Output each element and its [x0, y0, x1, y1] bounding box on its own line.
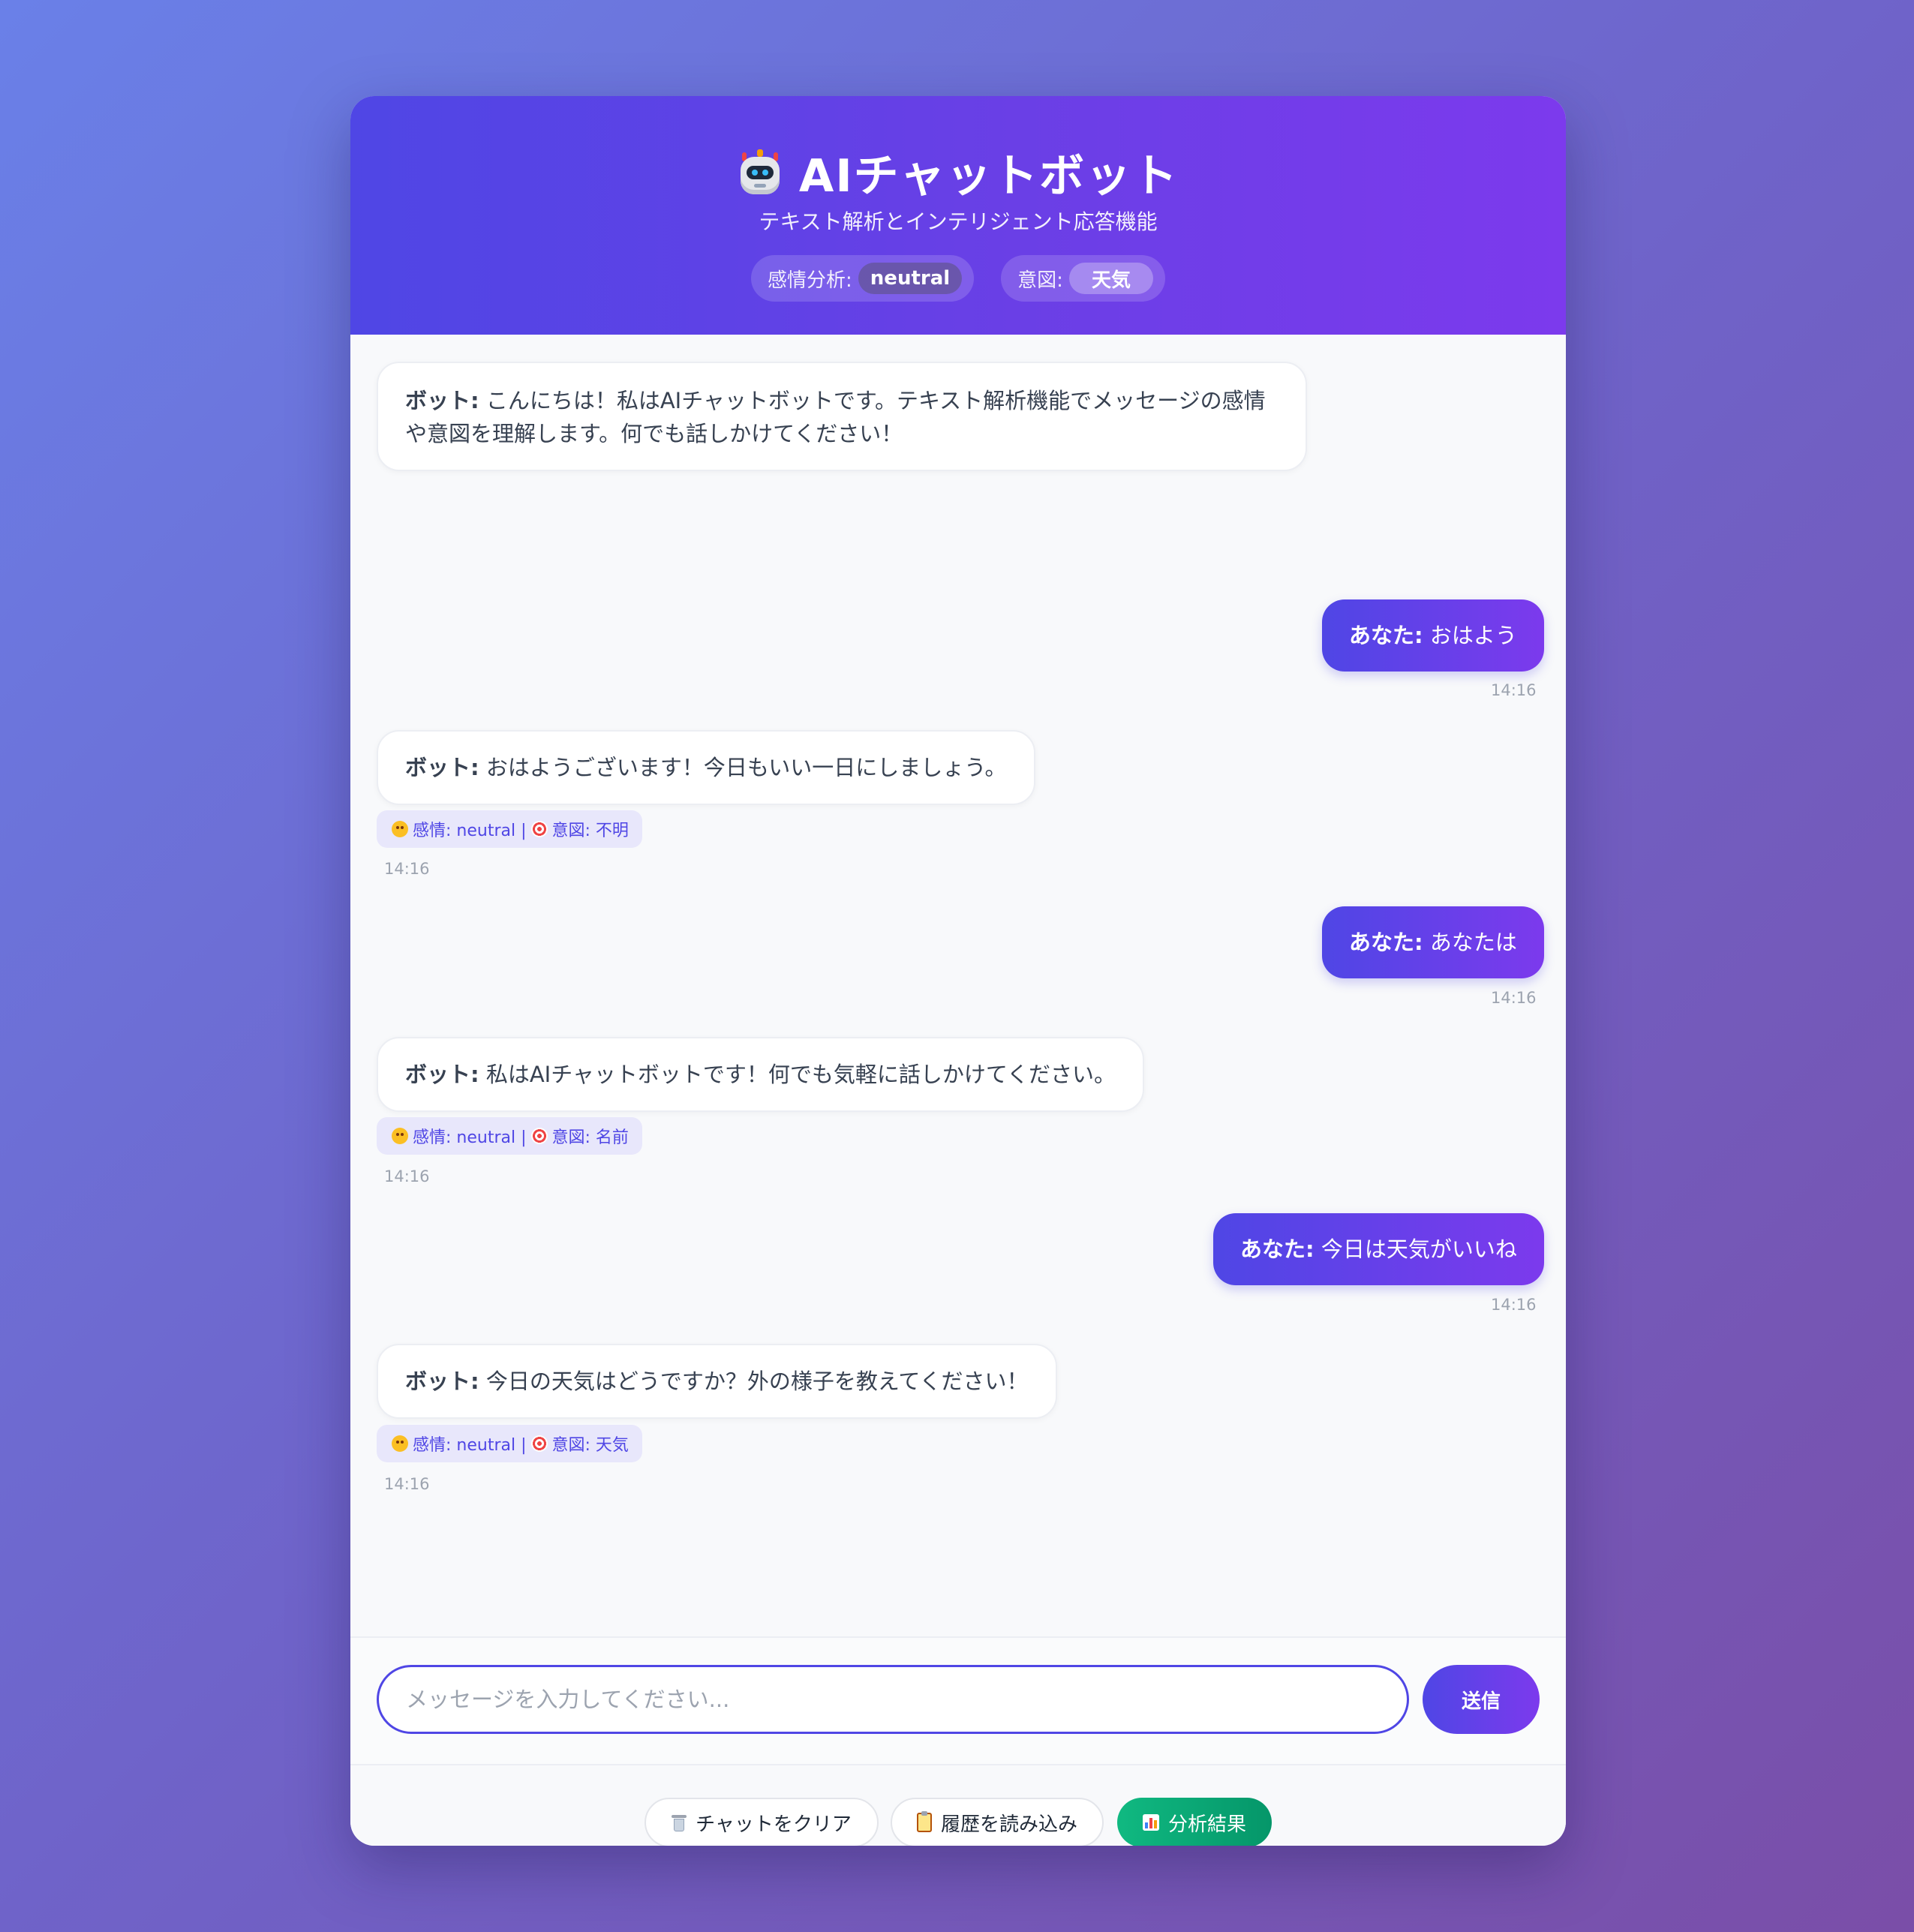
page-title: AIチャットボット — [798, 150, 1179, 203]
action-bar: チャットをクリア 履歴を読み込み 分析結果 — [350, 1764, 1566, 1846]
load-history-button[interactable]: 履歴を読み込み — [891, 1798, 1104, 1846]
analysis-intent: 意図: 名前 — [551, 1128, 629, 1147]
page-subtitle: テキスト解析とインテリジェント応答機能 — [759, 209, 1158, 234]
chat-app-window: AIチャットボット テキスト解析とインテリジェント応答機能 ボット: こんにちは… — [350, 96, 1566, 1846]
message-timestamp: 14:16 — [384, 1167, 430, 1185]
analysis-tag: 感情: neutral | 意図: 名前 — [377, 1117, 642, 1155]
message-text: こんにちは！私はAIチャットボットです。テキスト解析機能でメッセージの感情や意図… — [405, 388, 1266, 446]
sender-label: ボット: — [405, 1369, 479, 1394]
send-button[interactable]: 送信 — [1423, 1665, 1540, 1734]
clipboard-icon — [916, 1811, 932, 1832]
bot-bubble: ボット: 今日の天気はどうですか？外の様子を教えてください！ — [377, 1344, 1057, 1419]
analysis-intent: 意図: 天気 — [551, 1436, 629, 1455]
title-row: AIチャットボット — [350, 140, 1566, 205]
message-text: 今日の天気はどうですか？外の様子を教えてください！ — [485, 1369, 1029, 1394]
bar-chart-icon — [1142, 1814, 1159, 1831]
chat-messages[interactable]: ボット: こんにちは！私はAIチャットボットです。テキスト解析機能でメッセージの… — [350, 335, 1566, 1636]
bot-bubble: ボット: 私はAIチャットボットです！何でも気軽に話しかけてください。 — [377, 1037, 1145, 1112]
user-bubble: あなた: 今日は天気がいいね — [1213, 1213, 1544, 1285]
sender-label: あなた: — [1349, 623, 1423, 648]
message-timestamp: 14:16 — [384, 1475, 430, 1493]
sender-label: ボット: — [405, 755, 479, 780]
user-message: あなた: 今日は天気がいいね — [1213, 1213, 1544, 1285]
bot-bubble: ボット: こんにちは！私はAIチャットボットです。テキスト解析機能でメッセージの… — [377, 362, 1307, 471]
trash-icon — [672, 1813, 687, 1831]
message-timestamp: 14:16 — [1491, 1296, 1537, 1314]
bot-message: ボット: 私はAIチャットボットです！何でも気軽に話しかけてください。 — [377, 1037, 1145, 1112]
message-timestamp: 14:16 — [384, 860, 430, 878]
clear-chat-button[interactable]: チャットをクリア — [645, 1798, 879, 1846]
analysis-results-button[interactable]: 分析結果 — [1117, 1798, 1272, 1846]
analysis-sentiment: 感情: neutral | — [413, 1128, 527, 1147]
sender-label: ボット: — [405, 388, 479, 413]
target-icon — [530, 1128, 548, 1144]
analysis-tag: 感情: neutral | 意図: 不明 — [377, 810, 642, 848]
analysis-sentiment: 感情: neutral | — [413, 1436, 527, 1455]
bot-message: ボット: 今日の天気はどうですか？外の様子を教えてください！ — [377, 1344, 1057, 1419]
message-timestamp: 14:16 — [1491, 681, 1537, 699]
neutral-face-icon — [392, 1128, 408, 1144]
analysis-intent: 意図: 不明 — [551, 822, 629, 840]
message-composer: 送信 — [350, 1636, 1566, 1765]
sender-label: ボット: — [405, 1062, 479, 1087]
user-bubble: あなた: あなたは — [1322, 906, 1544, 978]
message-text: 私はAIチャットボットです！何でも気軽に話しかけてください。 — [485, 1062, 1116, 1087]
analysis-sentiment: 感情: neutral | — [413, 822, 527, 840]
sender-label: あなた: — [1240, 1236, 1315, 1262]
bot-message: ボット: おはようございます！今日もいい一日にしましょう。 — [377, 730, 1035, 805]
message-text: おはようございます！今日もいい一日にしましょう。 — [485, 755, 1007, 780]
message-input[interactable] — [377, 1665, 1409, 1734]
neutral-face-icon — [392, 1435, 408, 1452]
robot-icon — [738, 149, 783, 196]
analysis-tag: 感情: neutral | 意図: 天気 — [377, 1425, 642, 1462]
message-text: 今日は天気がいいね — [1321, 1236, 1517, 1262]
chat-header: AIチャットボット テキスト解析とインテリジェント応答機能 — [350, 96, 1566, 335]
clear-chat-label: チャットをクリア — [696, 1813, 852, 1836]
message-text: あなたは — [1429, 930, 1517, 955]
sender-label: あなた: — [1349, 930, 1423, 955]
user-message: あなた: あなたは — [1322, 906, 1544, 978]
target-icon — [530, 1435, 548, 1452]
bot-message: ボット: こんにちは！私はAIチャットボットです。テキスト解析機能でメッセージの… — [377, 362, 1307, 471]
neutral-face-icon — [392, 821, 408, 837]
analysis-results-label: 分析結果 — [1167, 1813, 1246, 1836]
target-icon — [530, 821, 548, 837]
message-timestamp: 14:16 — [1491, 989, 1537, 1007]
user-message: あなた: おはよう — [1322, 599, 1544, 672]
message-text: おはよう — [1429, 623, 1517, 648]
user-bubble: あなた: おはよう — [1322, 599, 1544, 672]
bot-bubble: ボット: おはようございます！今日もいい一日にしましょう。 — [377, 730, 1035, 805]
load-history-label: 履歴を読み込み — [940, 1813, 1077, 1836]
